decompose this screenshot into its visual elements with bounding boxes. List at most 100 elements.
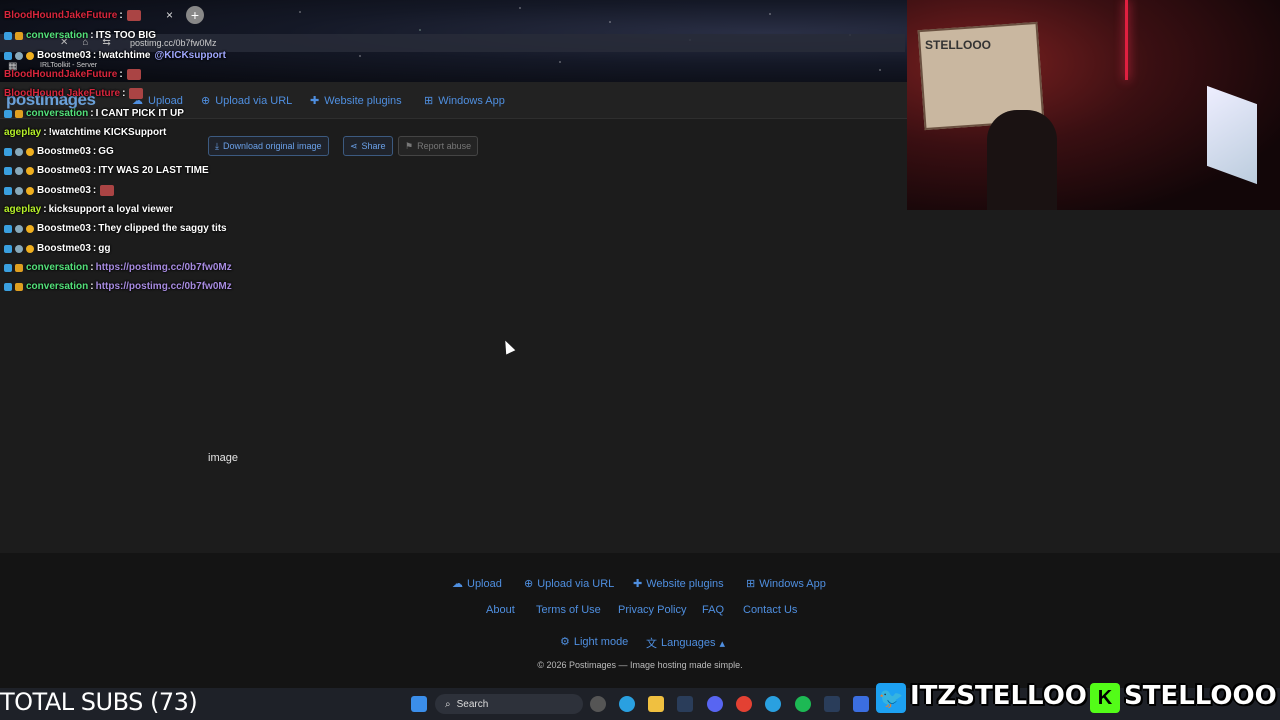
chat-username[interactable]: Boostme03 <box>37 185 91 196</box>
share-button[interactable]: ⋖ Share <box>343 136 393 156</box>
chat-username[interactable]: conversation <box>26 262 88 273</box>
light-mode-label: Light mode <box>573 635 629 648</box>
chat-username[interactable]: ageplay <box>4 127 41 138</box>
download-original-button[interactable]: ⤓ Download original image <box>208 136 329 156</box>
chrome-icon[interactable] <box>736 696 752 712</box>
translate-icon: 文 <box>646 638 657 650</box>
subscriber-badge-icon <box>4 51 12 60</box>
steam-icon[interactable] <box>677 696 693 712</box>
led-light <box>1125 0 1128 80</box>
chat-username[interactable]: conversation <box>26 30 88 41</box>
chat-separator: : <box>43 127 47 138</box>
chat-message: BloodHoundJakeFuture : <box>4 10 141 21</box>
windows-icon: ⊞ <box>424 95 434 107</box>
app-icon[interactable] <box>853 696 869 712</box>
nav-windows-app[interactable]: ⊞ Windows App <box>424 94 505 108</box>
languages-label: Languages <box>661 637 716 649</box>
gear-icon: ⚙ <box>560 636 570 648</box>
taskbar-search[interactable]: ⌕ Search <box>435 694 583 714</box>
edge-icon[interactable] <box>619 696 635 712</box>
chat-message: ageplay : kicksupport a loyal viewer <box>4 204 173 215</box>
chat-username[interactable]: BloodHoundJakeFuture <box>4 69 117 80</box>
globe-icon: ⊕ <box>201 95 211 107</box>
chat-username[interactable]: ageplay <box>4 204 41 215</box>
chat-username[interactable]: Boostme03 <box>37 146 91 157</box>
chat-username[interactable]: Boostme03 <box>37 50 91 61</box>
chat-username[interactable]: conversation <box>26 281 88 292</box>
download-icon: ⤓ <box>215 140 219 151</box>
chat-username[interactable]: Boostme03 <box>37 165 91 176</box>
chat-message: Boostme03 : GG <box>4 146 114 157</box>
spotify-icon[interactable] <box>795 696 811 712</box>
globe-icon: ⊕ <box>524 578 534 590</box>
chat-separator: : <box>90 30 94 41</box>
chat-message: conversation : ITS TOO BIG <box>4 30 156 41</box>
chat-separator: : <box>92 185 97 196</box>
search-label: Search <box>456 698 489 710</box>
footer-faq[interactable]: FAQ <box>702 604 724 616</box>
chat-separator: : <box>92 146 97 157</box>
chat-separator: : <box>92 165 97 176</box>
languages-dropdown[interactable]: 文 Languages ▴ <box>646 635 725 651</box>
chat-username[interactable]: BloodHound JakeFuture <box>4 88 120 99</box>
chat-separator: : <box>92 50 97 61</box>
chat-username[interactable]: Boostme03 <box>37 243 91 254</box>
subscriber-badge-icon <box>4 282 12 291</box>
chat-username[interactable]: conversation <box>26 108 88 119</box>
badge-icon <box>15 147 23 156</box>
streamer <box>987 110 1057 210</box>
settings-icon[interactable] <box>590 696 606 712</box>
light-mode-toggle[interactable]: ⚙ Light mode <box>560 635 629 649</box>
chat-link[interactable]: https://postimg.cc/0b7fw0Mz <box>96 281 232 292</box>
caret-up-icon: ▴ <box>719 637 725 650</box>
chat-message: Boostme03 : <box>4 185 115 196</box>
kick-icon: K <box>1090 683 1120 713</box>
share-icon: ⋖ <box>350 140 358 151</box>
chat-text: !watchtime <box>98 50 151 61</box>
nav-upload-url[interactable]: ⊕ Upload via URL <box>201 94 292 108</box>
folder-icon[interactable] <box>648 696 664 712</box>
chat-text: ITY WAS 20 LAST TIME <box>98 165 209 176</box>
steam-2-icon[interactable] <box>824 696 840 712</box>
report-abuse-button[interactable]: ⚑ Report abuse <box>398 136 479 156</box>
chat-message: Boostme03 : gg <box>4 243 110 254</box>
broken-image-alt[interactable]: image <box>208 452 238 464</box>
footer-windows-label: Windows App <box>759 577 826 590</box>
chat-message: BloodHound JakeFuture : <box>4 88 144 99</box>
chat-separator: : <box>90 281 94 292</box>
subscriber-badge-icon <box>4 147 12 156</box>
footer-upload-url[interactable]: ⊕ Upload via URL <box>524 577 614 591</box>
footer-terms[interactable]: Terms of Use <box>536 604 601 616</box>
chat-separator: : <box>90 108 94 119</box>
bookmark-irltoolkit[interactable]: IRLToolkit - Server <box>40 62 97 69</box>
flag-icon: ⚑ <box>405 140 414 151</box>
footer-upload[interactable]: ☁ Upload <box>452 577 502 591</box>
footer-contact[interactable]: Contact Us <box>743 604 797 616</box>
badge-icon <box>15 166 23 175</box>
chat-text: I CANT PICK IT UP <box>95 108 184 119</box>
discord-icon[interactable] <box>707 696 723 712</box>
chat-link[interactable]: https://postimg.cc/0b7fw0Mz <box>96 262 232 273</box>
kick-handle: STELLOOO <box>1124 681 1277 711</box>
badge-icon <box>15 186 23 195</box>
nav-website-plugins[interactable]: ✚ Website plugins <box>310 94 402 108</box>
close-tab-icon[interactable]: × <box>166 8 173 22</box>
emote-icon <box>100 185 115 196</box>
chat-username[interactable]: BloodHoundJakeFuture <box>4 10 117 21</box>
telegram-icon[interactable] <box>765 696 781 712</box>
start-windows-icon[interactable] <box>411 696 427 712</box>
chat-message: Boostme03 : !watchtime @KICKsupport <box>4 50 226 61</box>
footer-website-plugins[interactable]: ✚ Website plugins <box>633 577 724 591</box>
footer-upload-label: Upload <box>467 577 502 590</box>
footer-privacy[interactable]: Privacy Policy <box>618 604 686 616</box>
chat-mention[interactable]: @KICKsupport <box>154 50 225 61</box>
chat-text: !watchtime KICKSupport <box>48 127 167 138</box>
footer-windows-app[interactable]: ⊞ Windows App <box>746 577 826 591</box>
new-tab-button[interactable]: + <box>186 6 204 24</box>
nav-upload-label: Upload <box>148 94 183 107</box>
emote-icon <box>126 69 141 80</box>
chat-separator: : <box>122 88 126 99</box>
chat-username[interactable]: Boostme03 <box>37 223 91 234</box>
footer-about[interactable]: About <box>486 604 515 616</box>
share-label: Share <box>361 141 386 151</box>
